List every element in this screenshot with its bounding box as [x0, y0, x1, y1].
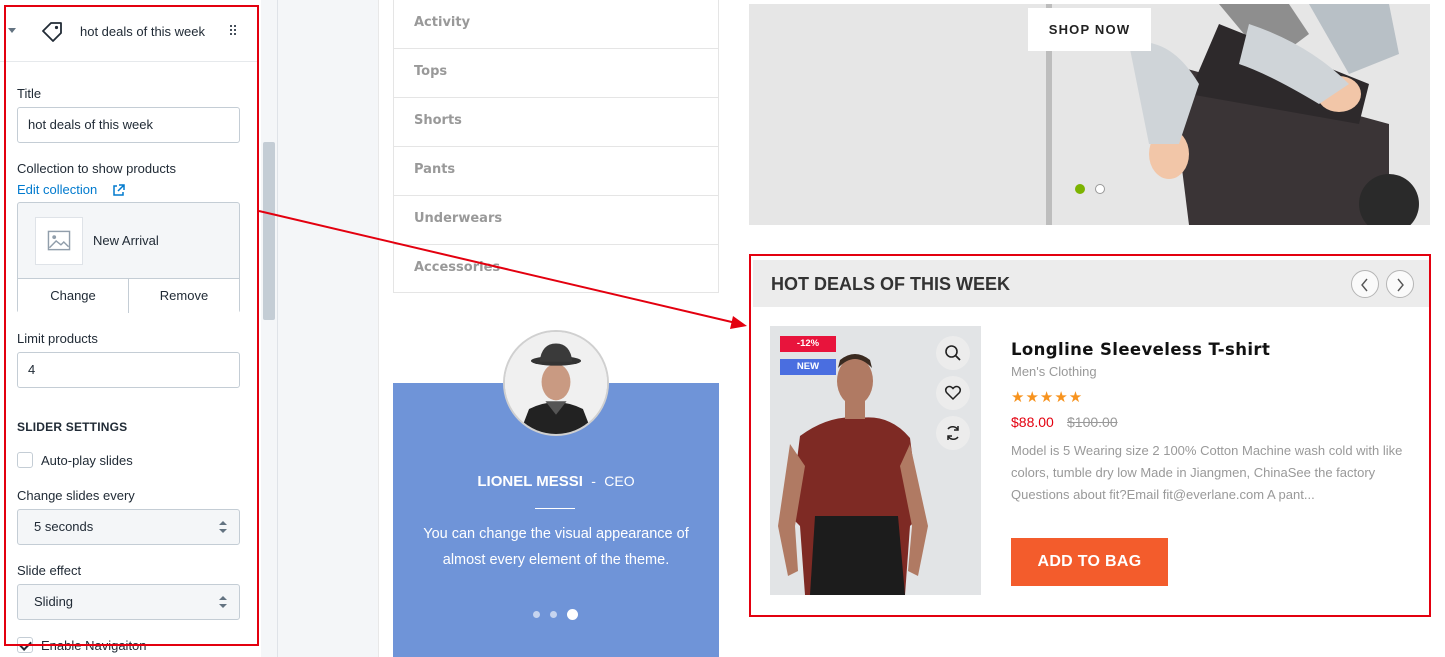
quick-view-button[interactable] — [936, 336, 970, 370]
category-item-shorts[interactable]: Shorts — [394, 98, 718, 147]
slider-next-button[interactable] — [1386, 270, 1414, 298]
category-item-pants[interactable]: Pants — [394, 147, 718, 196]
product-name[interactable]: Longline Sleeveless T-shirt — [1011, 340, 1270, 359]
image-placeholder-icon — [35, 217, 83, 265]
collection-name: New Arrival — [93, 233, 159, 248]
chevron-down-icon[interactable] — [8, 28, 16, 33]
slide-effect-value: Sliding — [34, 594, 74, 609]
search-icon — [945, 345, 961, 361]
hero-banner[interactable]: SHOP NOW — [749, 4, 1430, 225]
compare-button[interactable] — [936, 416, 970, 450]
product-price: $88.00 — [1011, 414, 1054, 430]
pagination-dot-active[interactable] — [567, 609, 578, 620]
slider-prev-button[interactable] — [1351, 270, 1379, 298]
wishlist-button[interactable] — [936, 376, 970, 410]
category-item-tops[interactable]: Tops — [394, 49, 718, 98]
testimonial-divider — [535, 508, 575, 509]
category-item-activity[interactable]: Activity — [394, 0, 718, 49]
chevron-right-icon — [1397, 278, 1404, 292]
limit-input[interactable]: 4 — [17, 352, 240, 388]
compare-icon — [947, 426, 959, 440]
add-to-bag-button[interactable]: ADD TO BAG — [1011, 538, 1168, 586]
hot-deals-section: HOT DEALS OF THIS WEEK -12% NEW Longline… — [749, 254, 1431, 617]
autoplay-label: Auto-play slides — [41, 453, 133, 468]
change-every-value: 5 seconds — [34, 519, 94, 534]
external-link-icon[interactable] — [112, 184, 125, 197]
select-arrows-icon — [219, 521, 227, 533]
editor-scrollbar-thumb[interactable] — [263, 142, 275, 320]
product-old-price: $100.00 — [1067, 414, 1118, 430]
theme-editor-panel: hot deals of this week Title hot deals o… — [0, 0, 278, 657]
testimonial-separator: - — [591, 473, 596, 489]
drag-handle-icon[interactable] — [230, 25, 238, 37]
collection-actions: Change Remove — [18, 278, 239, 313]
testimonial-role: CEO — [604, 473, 635, 489]
select-arrows-icon — [219, 596, 227, 608]
hot-deals-header: HOT DEALS OF THIS WEEK — [753, 260, 1429, 307]
testimonial-name: LIONEL MESSI — [477, 473, 583, 490]
product-image[interactable]: -12% NEW — [770, 326, 981, 595]
limit-label: Limit products — [17, 331, 98, 346]
banner-dot-active[interactable] — [1075, 184, 1085, 194]
enable-navigation-label: Enable Navigaiton — [41, 638, 147, 653]
discount-badge: -12% — [780, 336, 836, 352]
pagination-dot[interactable] — [550, 611, 557, 618]
category-list: Activity Tops Shorts Pants Underwears Ac… — [393, 0, 719, 293]
chevron-left-icon — [1361, 278, 1368, 292]
star-rating: ★★★★★ — [1011, 389, 1084, 406]
slider-settings-heading: SLIDER SETTINGS — [17, 420, 128, 434]
title-input[interactable]: hot deals of this week — [17, 107, 240, 143]
new-badge: NEW — [780, 359, 836, 375]
change-collection-button[interactable]: Change — [18, 279, 128, 313]
change-every-label: Change slides every — [17, 488, 135, 503]
autoplay-checkbox[interactable] — [17, 452, 33, 468]
tag-icon — [42, 22, 62, 42]
avatar — [503, 330, 609, 436]
banner-dot[interactable] — [1095, 184, 1105, 194]
heart-icon — [944, 385, 962, 401]
collection-label: Collection to show products — [17, 161, 176, 176]
section-title: hot deals of this week — [80, 24, 206, 39]
enable-navigation-checkbox[interactable] — [17, 637, 33, 653]
slide-effect-select[interactable]: Sliding — [17, 584, 240, 620]
shop-now-button[interactable]: SHOP NOW — [1028, 8, 1151, 51]
slide-effect-label: Slide effect — [17, 563, 82, 578]
edit-collection-link[interactable]: Edit collection — [17, 182, 97, 197]
editor-scrollbar-track[interactable] — [261, 0, 277, 657]
product-description: Model is 5 Wearing size 2 100% Cotton Ma… — [1011, 443, 1403, 502]
category-item-accessories[interactable]: Accessories — [394, 245, 718, 294]
section-header[interactable]: hot deals of this week — [0, 0, 258, 62]
change-every-select[interactable]: 5 seconds — [17, 509, 240, 545]
product-category: Men's Clothing — [1011, 364, 1097, 379]
hot-deals-title: HOT DEALS OF THIS WEEK — [771, 274, 1011, 294]
testimonial-quote: You can change the visual appearance of … — [423, 526, 689, 568]
collection-picker: New Arrival Change Remove — [17, 202, 240, 313]
title-label: Title — [17, 86, 42, 101]
remove-collection-button[interactable]: Remove — [128, 279, 239, 313]
testimonial-pagination — [533, 609, 578, 620]
category-item-underwears[interactable]: Underwears — [394, 196, 718, 245]
testimonial-author: LIONEL MESSI - CEO — [393, 473, 719, 490]
pagination-dot[interactable] — [533, 611, 540, 618]
